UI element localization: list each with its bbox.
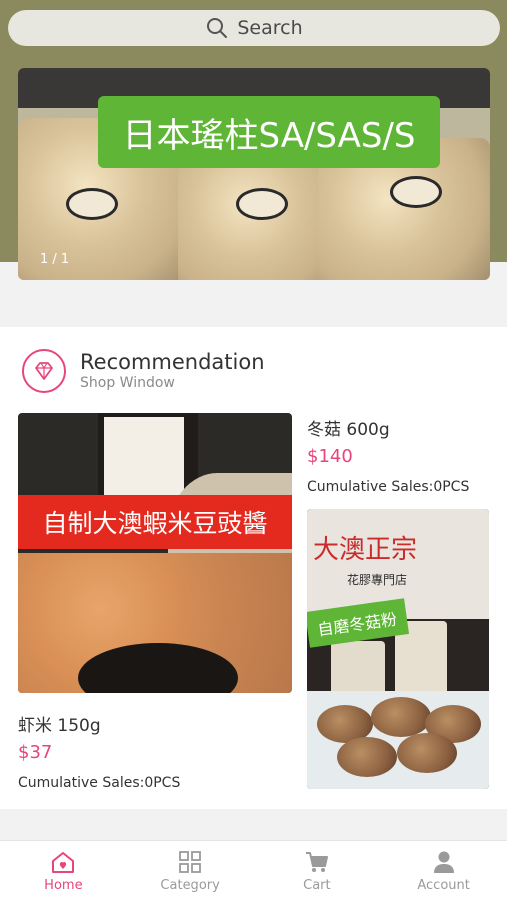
recommendation-title: Recommendation [80, 350, 265, 374]
product-name: 虾米 150g [18, 716, 101, 736]
banner-counter: 1 / 1 [40, 252, 70, 267]
product-image-tag: 自制大澳蝦米豆豉醬 [18, 495, 292, 549]
product-sales: Cumulative Sales:0PCS [307, 479, 470, 495]
diamond-icon [22, 349, 66, 393]
tab-account[interactable]: Account [380, 841, 507, 900]
cart-icon [305, 851, 328, 872]
brand-seal-icon [390, 176, 442, 208]
promo-banner[interactable]: 日本瑤柱SA/SAS/S 1 / 1 [18, 68, 490, 280]
section-gap [0, 810, 507, 840]
brand-seal-icon [66, 188, 118, 220]
shop-logo-text: 大澳正宗 [313, 535, 418, 565]
recommendation-header: Recommendation Shop Window [22, 349, 265, 393]
shop-logo-subtext: 花膠專門店 [347, 573, 408, 587]
banner-headline: 日本瑤柱SA/SAS/S [98, 96, 440, 168]
tab-category-label: Category [160, 877, 220, 893]
page: Search 日本瑤柱SA/SAS/S 1 / 1 Recommendation… [0, 0, 507, 900]
search-icon [207, 18, 228, 38]
grid-icon [179, 850, 202, 873]
mushroom-image [371, 697, 431, 737]
tab-cart[interactable]: Cart [254, 841, 381, 900]
user-icon [433, 851, 454, 873]
search-placeholder: Search [237, 17, 303, 39]
tab-home-label: Home [44, 877, 83, 893]
brand-seal-icon [236, 188, 288, 220]
home-icon [52, 851, 75, 873]
product-sales: Cumulative Sales:0PCS [18, 775, 181, 791]
search-bar[interactable]: Search [8, 10, 500, 46]
product-image[interactable]: 大澳正宗 花膠專門店 自磨冬菇粉 [307, 509, 489, 789]
tab-home[interactable]: Home [0, 841, 127, 900]
product-price: $140 [307, 446, 353, 467]
tab-cart-label: Cart [303, 877, 331, 893]
product-card[interactable]: 冬菇 600g $140 Cumulative Sales:0PCS 大澳正宗 … [307, 415, 489, 789]
product-card[interactable]: 自制大澳蝦米豆豉醬 虾米 150g $37 Cumulative Sales:0… [18, 413, 292, 791]
recommendation-subtitle: Shop Window [80, 375, 175, 391]
mushroom-image [337, 737, 397, 777]
product-price: $37 [18, 742, 53, 763]
product-image[interactable]: 自制大澳蝦米豆豉醬 [18, 413, 292, 693]
mushroom-image [397, 733, 457, 773]
recommendation-titles: Recommendation Shop Window [80, 350, 265, 392]
recommendation-section: Recommendation Shop Window 自制大澳蝦米豆豉醬 虾米 … [0, 327, 507, 809]
tab-account-label: Account [417, 877, 470, 893]
product-name: 冬菇 600g [307, 420, 390, 440]
bottom-tab-bar: Home Category Cart Account [0, 840, 507, 900]
tab-category[interactable]: Category [127, 841, 254, 900]
